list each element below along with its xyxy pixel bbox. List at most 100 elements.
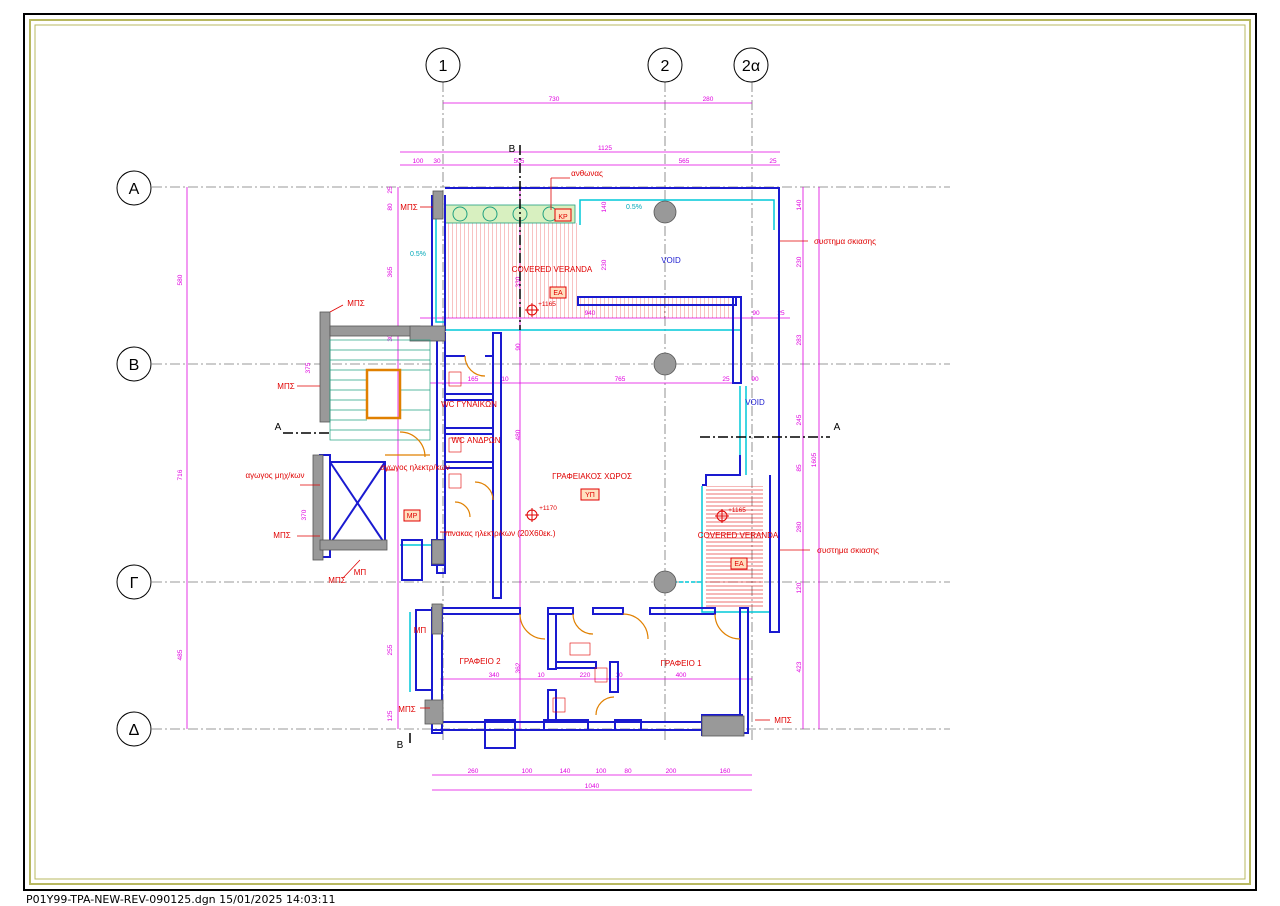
label-level-1: +1165 — [538, 301, 556, 308]
label-mp-1: ΜΠ — [354, 568, 367, 577]
label-office-2: ΓΡΑΦΕΙΟ 2 — [459, 657, 501, 666]
svg-text:400: 400 — [676, 672, 687, 679]
label-level-2: +1170 — [539, 505, 557, 512]
section-label-b-top: Β — [509, 144, 516, 155]
label-ea-right: ΕΑ — [734, 561, 744, 568]
grid-bubble-row-b: Β — [116, 346, 152, 382]
svg-text:765: 765 — [615, 376, 626, 383]
label-kr: ΚΡ — [558, 214, 568, 221]
svg-text:2: 2 — [661, 58, 670, 75]
svg-text:1: 1 — [439, 58, 448, 75]
svg-text:Β: Β — [129, 357, 140, 374]
label-void-right: VOID — [745, 398, 765, 407]
label-covered-veranda-top: COVERED VERANDA — [512, 265, 593, 274]
svg-text:565: 565 — [679, 158, 690, 165]
svg-text:160: 160 — [720, 768, 731, 775]
label-mps-7: ΜΠΣ — [774, 716, 791, 725]
svg-text:1125: 1125 — [598, 145, 612, 152]
label-anthonas: ανθωνας — [571, 169, 603, 178]
svg-text:80: 80 — [387, 203, 394, 211]
label-mps-3: ΜΠΣ — [277, 382, 294, 391]
grid-bubble-col-1: 1 — [425, 47, 461, 83]
svg-text:2α: 2α — [742, 58, 760, 75]
svg-text:280: 280 — [796, 521, 803, 532]
svg-text:370: 370 — [301, 509, 308, 520]
label-mps-5: ΜΠΣ — [328, 576, 345, 585]
svg-text:90: 90 — [515, 343, 522, 351]
label-mps-2: ΜΠΣ — [347, 299, 364, 308]
svg-text:Δ: Δ — [129, 722, 140, 739]
svg-text:230: 230 — [601, 259, 608, 270]
staircase — [329, 339, 431, 441]
label-slope-2: 0.5% — [410, 251, 426, 258]
label-office-space: ΓΡΑΦΕΙΑΚΟΣ ΧΩΡΟΣ — [552, 472, 632, 481]
label-mps-1: ΜΠΣ — [400, 203, 417, 212]
label-duct-elec: αγωγος ηλεκτρ/κων — [380, 463, 450, 472]
svg-text:100: 100 — [522, 768, 533, 775]
label-duct-mech: αγωγος μηχ/κων — [245, 471, 304, 480]
file-footer: P01Y99-TPA-NEW-REV-090125.dgn 15/01/2025… — [26, 893, 336, 906]
grid-bubble-col-2: 2 — [647, 47, 683, 83]
label-mp-2: ΜΠ — [414, 626, 427, 635]
floor-plan-drawing: 1 2 2α Α Β Γ Δ 730 280 1125 100 30 505 5… — [23, 13, 1257, 891]
label-wc-women: WC ΓΥΝΑΙΚΩΝ — [441, 400, 497, 409]
label-shading-system-1: συστημα σκιασης — [814, 237, 876, 246]
svg-text:25: 25 — [769, 158, 777, 165]
svg-text:283: 283 — [796, 334, 803, 345]
section-label-a-left: Α — [275, 422, 282, 433]
grid-bubble-row-d: Δ — [116, 711, 152, 747]
svg-text:580: 580 — [177, 274, 184, 285]
svg-text:716: 716 — [177, 469, 184, 480]
svg-text:1040: 1040 — [585, 783, 600, 790]
svg-text:362: 362 — [515, 662, 522, 673]
svg-text:220: 220 — [580, 672, 591, 679]
svg-text:120: 120 — [796, 582, 803, 593]
label-ea-top: ΕΑ — [553, 290, 563, 297]
svg-text:10: 10 — [615, 672, 623, 679]
svg-text:255: 255 — [387, 644, 394, 655]
section-label-a-right: Α — [834, 422, 841, 433]
svg-text:375: 375 — [305, 362, 312, 373]
svg-text:Α: Α — [129, 181, 140, 198]
label-mp-box: ΜΡ — [407, 513, 418, 520]
svg-text:85: 85 — [796, 464, 803, 472]
svg-text:90: 90 — [752, 310, 760, 317]
grid-bubble-col-2a: 2α — [733, 47, 769, 83]
svg-text:Γ: Γ — [130, 575, 139, 592]
label-mps-6: ΜΠΣ — [398, 705, 415, 714]
svg-text:280: 280 — [703, 96, 714, 103]
label-shading-system-2: συστημα σκιασης — [817, 546, 879, 555]
svg-text:30: 30 — [433, 158, 441, 165]
svg-text:260: 260 — [468, 768, 479, 775]
label-wc-men: WC ΑΝΔΡΩΝ — [451, 436, 500, 445]
svg-text:140: 140 — [560, 768, 571, 775]
label-slope-1: 0.5% — [626, 204, 642, 211]
svg-text:140: 140 — [601, 201, 608, 212]
svg-text:730: 730 — [549, 96, 560, 103]
veranda-right-hatch — [706, 486, 763, 609]
label-yp: ΥΠ — [585, 492, 595, 499]
sheet-frame — [23, 13, 1257, 891]
svg-text:365: 365 — [387, 266, 394, 277]
svg-text:10: 10 — [501, 376, 509, 383]
svg-text:90: 90 — [751, 376, 759, 383]
label-panel: πινακας ηλεκτρ/κων (20Χ60εκ.) — [444, 529, 555, 538]
svg-text:200: 200 — [666, 768, 677, 775]
svg-text:165: 165 — [468, 376, 479, 383]
svg-text:10: 10 — [537, 672, 545, 679]
svg-text:140: 140 — [796, 199, 803, 210]
veranda-top-hatch — [444, 204, 734, 318]
svg-text:1605: 1605 — [811, 452, 818, 467]
grid-bubble-row-a: Α — [116, 170, 152, 206]
label-void-top: VOID — [661, 256, 681, 265]
svg-text:485: 485 — [177, 649, 184, 660]
svg-text:505: 505 — [514, 158, 525, 165]
svg-text:100: 100 — [413, 158, 424, 165]
svg-text:245: 245 — [796, 414, 803, 425]
label-mps-4: ΜΠΣ — [273, 531, 290, 540]
svg-text:230: 230 — [796, 256, 803, 267]
svg-text:25: 25 — [722, 376, 730, 383]
svg-text:340: 340 — [489, 672, 500, 679]
svg-text:480: 480 — [515, 429, 522, 440]
label-level-3: +1165 — [728, 507, 746, 514]
